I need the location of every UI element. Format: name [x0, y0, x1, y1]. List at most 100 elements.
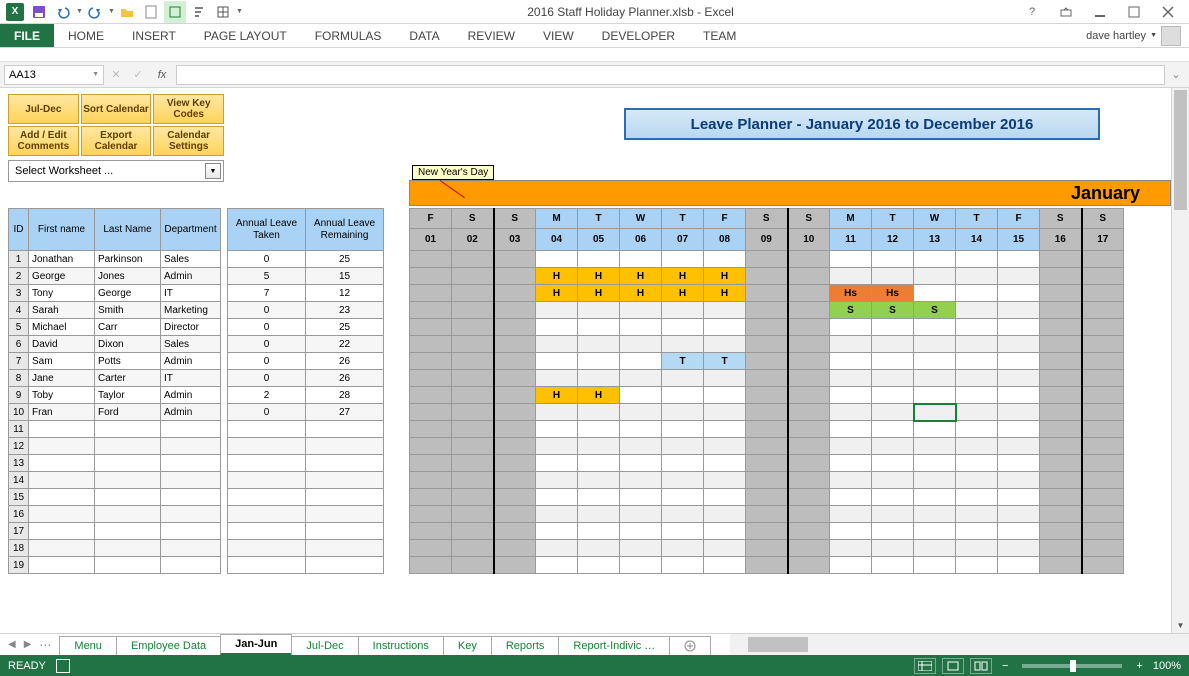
cal-cell[interactable]: [788, 523, 830, 540]
cell-empty[interactable]: [306, 506, 384, 523]
cell-last-name[interactable]: Smith: [95, 302, 161, 319]
cal-cell[interactable]: [998, 506, 1040, 523]
cal-cell[interactable]: [914, 336, 956, 353]
cal-cell[interactable]: [662, 557, 704, 574]
cal-cell[interactable]: [998, 285, 1040, 302]
undo-dropdown-icon[interactable]: ▼: [76, 8, 82, 15]
cal-cell[interactable]: [746, 302, 788, 319]
cell-empty[interactable]: [29, 506, 95, 523]
zoom-slider-thumb[interactable]: [1070, 660, 1076, 672]
cell-first-name[interactable]: George: [29, 268, 95, 285]
employee-row-empty[interactable]: 16: [9, 506, 384, 523]
cell-last-name[interactable]: Parkinson: [95, 251, 161, 268]
cal-cell[interactable]: [1082, 285, 1124, 302]
cell-empty[interactable]: [228, 455, 306, 472]
cal-date-header[interactable]: 15: [998, 229, 1040, 251]
cal-cell[interactable]: [704, 523, 746, 540]
cal-cell[interactable]: [998, 319, 1040, 336]
cell-last-name[interactable]: Ford: [95, 404, 161, 421]
cal-cell[interactable]: [620, 353, 662, 370]
cal-cell[interactable]: [830, 557, 872, 574]
cal-cell[interactable]: [1082, 302, 1124, 319]
cal-cell[interactable]: [704, 336, 746, 353]
cal-cell[interactable]: [410, 251, 452, 268]
cal-cell[interactable]: [704, 421, 746, 438]
cal-cell[interactable]: [1040, 557, 1082, 574]
cal-cell[interactable]: [956, 557, 998, 574]
ribbon-tab-developer[interactable]: DEVELOPER: [588, 24, 689, 47]
cell-empty[interactable]: [161, 472, 221, 489]
cal-cell[interactable]: [578, 421, 620, 438]
grid-content[interactable]: Jul-Dec Sort Calendar View Key Codes Add…: [0, 88, 1171, 633]
cal-cell[interactable]: [704, 506, 746, 523]
cal-cell[interactable]: [452, 404, 494, 421]
redo-dropdown-icon[interactable]: ▼: [108, 8, 114, 15]
employee-row-empty[interactable]: 17: [9, 523, 384, 540]
cal-cell[interactable]: [872, 268, 914, 285]
cell-empty[interactable]: [29, 523, 95, 540]
cal-cell[interactable]: [956, 285, 998, 302]
cal-cell[interactable]: [494, 557, 536, 574]
cal-cell[interactable]: [1082, 370, 1124, 387]
worksheet-selector-dropdown-icon[interactable]: ▼: [205, 163, 221, 179]
cal-cell[interactable]: [746, 387, 788, 404]
cal-cell[interactable]: [1040, 285, 1082, 302]
cal-cell[interactable]: [956, 455, 998, 472]
cell-empty[interactable]: [95, 472, 161, 489]
cal-cell[interactable]: [830, 438, 872, 455]
cal-cell[interactable]: [956, 336, 998, 353]
cal-cell[interactable]: [536, 353, 578, 370]
cal-cell[interactable]: H: [578, 387, 620, 404]
cal-cell[interactable]: [620, 523, 662, 540]
cell-leave-taken[interactable]: 0: [228, 404, 306, 421]
cell-empty[interactable]: [306, 472, 384, 489]
cal-cell[interactable]: [872, 506, 914, 523]
cal-cell[interactable]: [830, 540, 872, 557]
cell-leave-remaining[interactable]: 23: [306, 302, 384, 319]
name-box[interactable]: AA13 ▼: [4, 65, 104, 85]
employee-row[interactable]: 9TobyTaylorAdmin228: [9, 387, 384, 404]
cal-cell[interactable]: H: [536, 387, 578, 404]
cal-cell[interactable]: [452, 523, 494, 540]
cal-cell[interactable]: [830, 489, 872, 506]
cal-cell[interactable]: [620, 421, 662, 438]
cal-cell[interactable]: [872, 472, 914, 489]
cal-cell[interactable]: [620, 489, 662, 506]
cal-cell[interactable]: [1040, 404, 1082, 421]
cal-cell[interactable]: [1082, 353, 1124, 370]
cal-cell[interactable]: [452, 387, 494, 404]
cal-cell[interactable]: [872, 557, 914, 574]
cell-id[interactable]: 17: [9, 523, 29, 540]
cal-cell[interactable]: [494, 285, 536, 302]
cal-cell[interactable]: [998, 557, 1040, 574]
cal-cell[interactable]: [620, 387, 662, 404]
cell-last-name[interactable]: George: [95, 285, 161, 302]
cell-id[interactable]: 2: [9, 268, 29, 285]
employee-row-empty[interactable]: 14: [9, 472, 384, 489]
cal-cell[interactable]: [410, 285, 452, 302]
cal-cell[interactable]: [788, 540, 830, 557]
cell-last-name[interactable]: Potts: [95, 353, 161, 370]
macro-record-icon[interactable]: [56, 659, 70, 673]
cal-cell[interactable]: [452, 506, 494, 523]
cal-cell[interactable]: [1040, 268, 1082, 285]
cell-empty[interactable]: [161, 421, 221, 438]
cell-id[interactable]: 11: [9, 421, 29, 438]
cal-cell[interactable]: [956, 251, 998, 268]
cell-department[interactable]: Admin: [161, 353, 221, 370]
cal-cell[interactable]: [1040, 319, 1082, 336]
cal-cell[interactable]: [620, 557, 662, 574]
cal-cell[interactable]: [452, 489, 494, 506]
cell-first-name[interactable]: Michael: [29, 319, 95, 336]
employee-row-empty[interactable]: 18: [9, 540, 384, 557]
qat-redo-icon[interactable]: [84, 1, 106, 23]
cell-empty[interactable]: [228, 421, 306, 438]
employee-row-empty[interactable]: 13: [9, 455, 384, 472]
cal-cell[interactable]: [410, 370, 452, 387]
cell-last-name[interactable]: Dixon: [95, 336, 161, 353]
cal-cell[interactable]: [410, 404, 452, 421]
cal-cell[interactable]: [494, 353, 536, 370]
cal-cell[interactable]: [914, 387, 956, 404]
cell-last-name[interactable]: Carter: [95, 370, 161, 387]
cal-cell[interactable]: [662, 455, 704, 472]
